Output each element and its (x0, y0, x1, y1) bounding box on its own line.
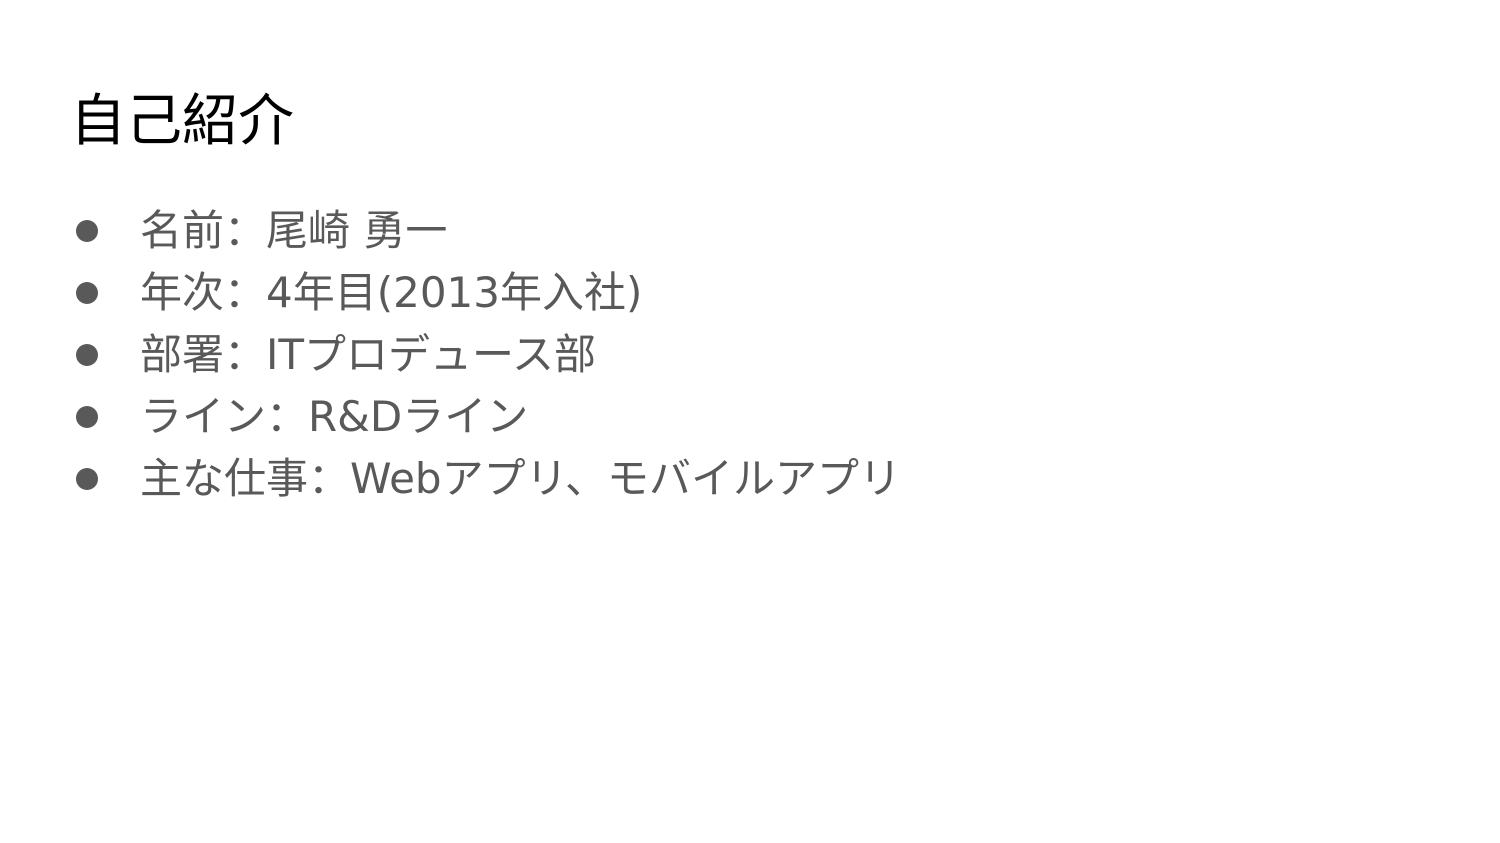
bullet-text: 主な仕事：Webアプリ、モバイルアプリ (140, 454, 902, 503)
bullet-item-year: 年次：4年目(2013年入社) (76, 262, 901, 324)
bullet-text: 部署：ITプロデュース部 (140, 330, 596, 379)
bullet-item-line: ライン：R&Dライン (76, 386, 901, 448)
bullet-list: 名前：尾崎 勇一 年次：4年目(2013年入社) 部署：ITプロデュース部 ライ… (76, 200, 901, 510)
bullet-dot-icon (76, 344, 98, 366)
bullet-item-work: 主な仕事：Webアプリ、モバイルアプリ (76, 448, 901, 510)
bullet-dot-icon (76, 220, 98, 242)
bullet-dot-icon (76, 468, 98, 490)
slide: 自己紹介 名前：尾崎 勇一 年次：4年目(2013年入社) 部署：ITプロデュー… (0, 0, 1500, 843)
slide-title: 自己紹介 (70, 89, 294, 154)
bullet-text: ライン：R&Dライン (140, 392, 529, 441)
bullet-dot-icon (76, 282, 98, 304)
bullet-item-name: 名前：尾崎 勇一 (76, 200, 901, 262)
bullet-text: 年次：4年目(2013年入社) (140, 268, 643, 317)
bullet-dot-icon (76, 406, 98, 428)
bullet-text: 名前：尾崎 勇一 (140, 206, 448, 255)
bullet-item-department: 部署：ITプロデュース部 (76, 324, 901, 386)
